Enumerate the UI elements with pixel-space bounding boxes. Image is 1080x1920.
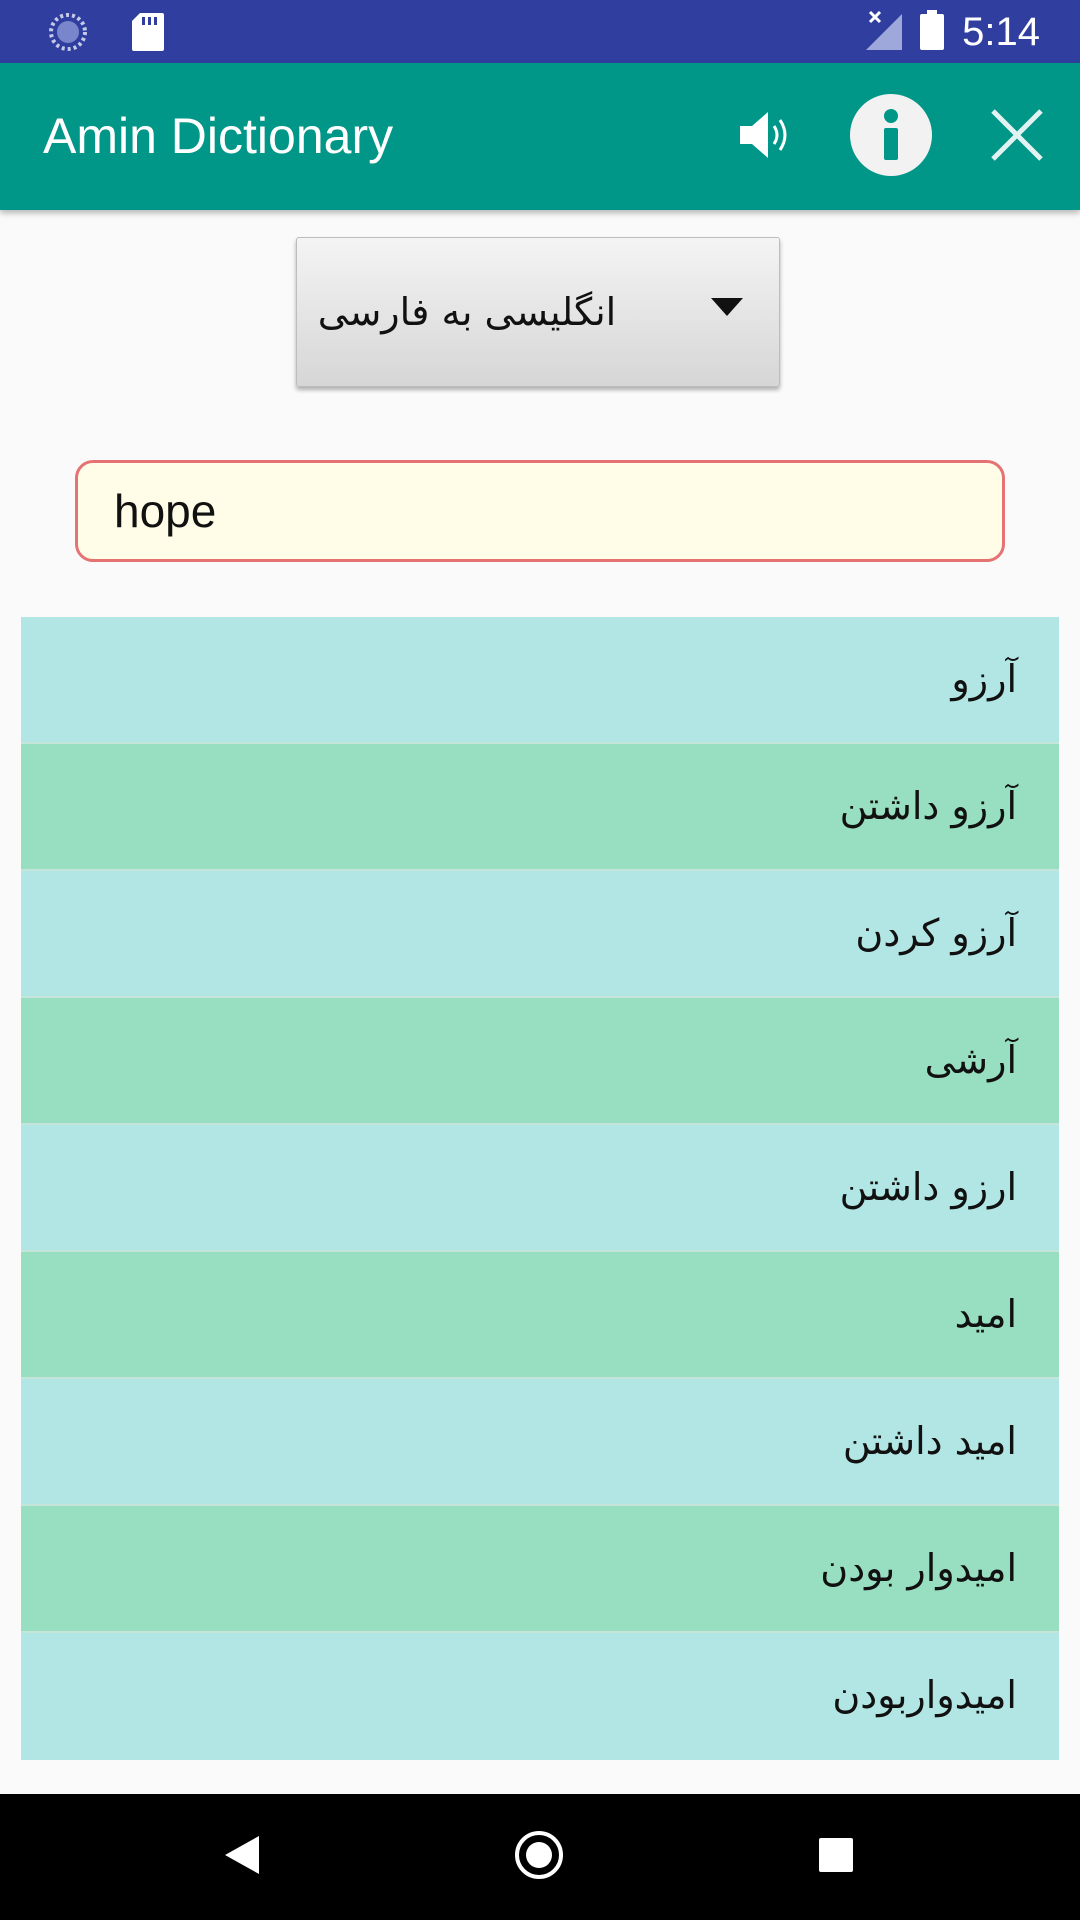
result-item[interactable]: آرزو <box>21 617 1059 744</box>
battery-icon <box>920 10 945 54</box>
dropdown-arrow-icon <box>711 298 743 320</box>
speaker-button[interactable] <box>718 90 812 184</box>
no-signal-icon <box>866 10 903 54</box>
app-bar: Amin Dictionary <box>0 63 1080 210</box>
result-item[interactable]: امیدواربودن <box>21 1633 1059 1760</box>
clock: 5:14 <box>962 10 1040 54</box>
result-list: آرزو آرزو داشتن آرزو کردن آرشی ارزو داشتن امی… <box>21 617 1059 1760</box>
result-item[interactable]: آرزو کردن <box>21 871 1059 998</box>
result-item[interactable]: امید داشتن <box>21 1379 1059 1506</box>
app-title: Amin Dictionary <box>43 108 394 164</box>
speaker-icon <box>734 104 796 170</box>
home-button[interactable] <box>503 1821 575 1893</box>
back-button[interactable] <box>206 1821 278 1893</box>
sd-card-icon <box>132 13 164 55</box>
loading-icon <box>48 12 88 56</box>
recent-apps-button[interactable] <box>800 1821 872 1893</box>
close-icon <box>989 107 1045 167</box>
home-icon <box>514 1830 564 1884</box>
back-icon <box>225 1836 259 1878</box>
status-bar: 5:14 <box>0 0 1080 63</box>
result-item[interactable]: آرزو داشتن <box>21 744 1059 871</box>
language-spinner[interactable]: انگلیسی به فارسی <box>296 237 780 387</box>
recent-apps-icon <box>819 1838 853 1876</box>
info-button[interactable] <box>844 90 938 184</box>
navigation-bar <box>0 1794 1080 1920</box>
language-spinner-label: انگلیسی به فارسی <box>317 290 617 334</box>
close-button[interactable] <box>970 90 1064 184</box>
info-icon <box>848 92 934 182</box>
result-item[interactable]: امیدوار بودن <box>21 1506 1059 1633</box>
result-item[interactable]: آرشی <box>21 998 1059 1125</box>
result-item[interactable]: ارزو داشتن <box>21 1125 1059 1252</box>
result-item[interactable]: امید <box>21 1252 1059 1379</box>
search-input[interactable] <box>75 460 1005 562</box>
